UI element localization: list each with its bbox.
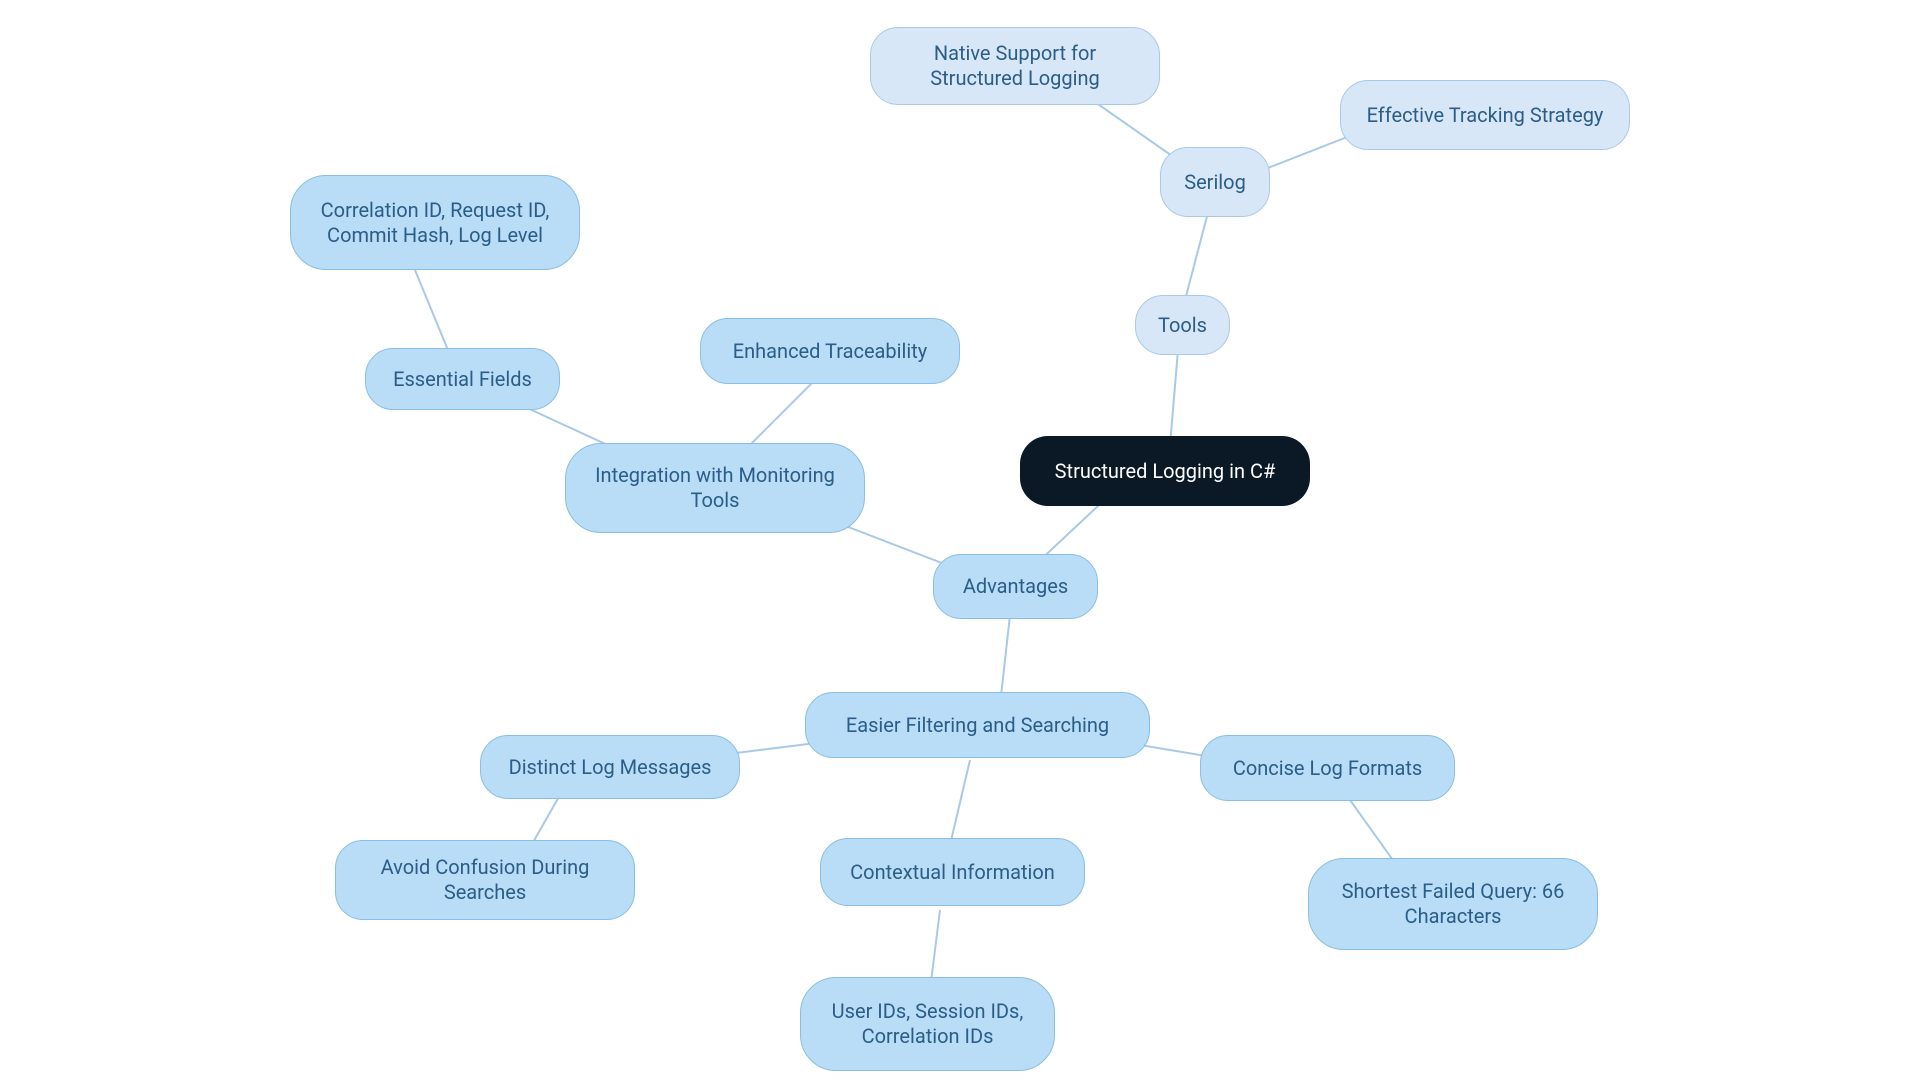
node-correlation-fields-label: Correlation ID, Request ID, Commit Hash,… (309, 198, 561, 248)
node-essential-fields-label: Essential Fields (393, 367, 532, 392)
node-tools[interactable]: Tools (1135, 295, 1230, 355)
node-concise-formats[interactable]: Concise Log Formats (1200, 735, 1455, 801)
node-easier-filtering[interactable]: Easier Filtering and Searching (805, 692, 1150, 758)
node-avoid-confusion-label: Avoid Confusion During Searches (354, 855, 616, 905)
node-enhanced-traceability[interactable]: Enhanced Traceability (700, 318, 960, 384)
node-shortest-failed-label: Shortest Failed Query: 66 Characters (1327, 879, 1579, 929)
node-effective-tracking-label: Effective Tracking Strategy (1367, 103, 1604, 128)
node-shortest-failed[interactable]: Shortest Failed Query: 66 Characters (1308, 858, 1598, 950)
node-advantages[interactable]: Advantages (933, 554, 1098, 619)
node-contextual-info-label: Contextual Information (850, 860, 1055, 885)
node-integration-label: Integration with Monitoring Tools (584, 463, 846, 513)
node-enhanced-traceability-label: Enhanced Traceability (733, 339, 928, 364)
mindmap-canvas: Structured Logging in C# Tools Serilog N… (0, 0, 1920, 1083)
node-contextual-info[interactable]: Contextual Information (820, 838, 1085, 906)
node-distinct-log[interactable]: Distinct Log Messages (480, 735, 740, 799)
node-native-support[interactable]: Native Support for Structured Logging (870, 27, 1160, 105)
node-serilog[interactable]: Serilog (1160, 147, 1270, 217)
node-root-label: Structured Logging in C# (1055, 459, 1276, 484)
node-native-support-label: Native Support for Structured Logging (889, 41, 1141, 91)
edges-layer (0, 0, 1920, 1083)
node-essential-fields[interactable]: Essential Fields (365, 348, 560, 410)
node-tools-label: Tools (1158, 313, 1207, 338)
node-effective-tracking[interactable]: Effective Tracking Strategy (1340, 80, 1630, 150)
node-integration[interactable]: Integration with Monitoring Tools (565, 443, 865, 533)
node-distinct-log-label: Distinct Log Messages (509, 755, 712, 780)
node-root[interactable]: Structured Logging in C# (1020, 436, 1310, 506)
node-concise-formats-label: Concise Log Formats (1233, 756, 1422, 781)
node-correlation-fields[interactable]: Correlation ID, Request ID, Commit Hash,… (290, 175, 580, 270)
node-advantages-label: Advantages (963, 574, 1068, 599)
node-easier-filtering-label: Easier Filtering and Searching (846, 713, 1109, 738)
node-serilog-label: Serilog (1184, 170, 1246, 195)
node-user-ids-label: User IDs, Session IDs, Correlation IDs (819, 999, 1036, 1049)
node-user-ids[interactable]: User IDs, Session IDs, Correlation IDs (800, 977, 1055, 1071)
node-avoid-confusion[interactable]: Avoid Confusion During Searches (335, 840, 635, 920)
